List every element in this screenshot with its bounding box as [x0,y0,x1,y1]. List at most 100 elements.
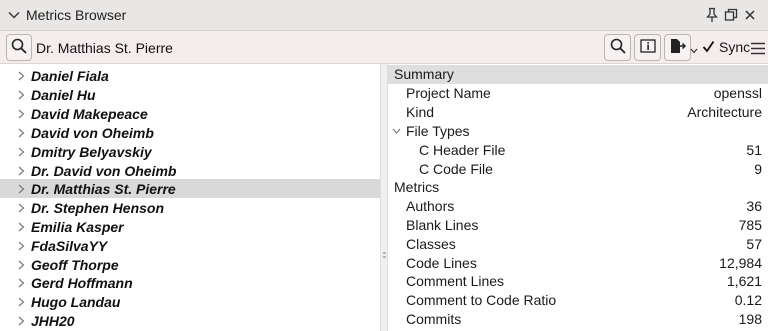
section-label: Summary [394,66,454,82]
list-item[interactable]: David von Oheimb [0,123,380,142]
find-button[interactable] [604,34,631,61]
title-bar: Metrics Browser [0,0,768,31]
info-button[interactable] [634,34,661,61]
list-item[interactable]: FdaSilvaYY [0,236,380,255]
list-item-label: David Makepeace [31,105,148,122]
metric-row[interactable]: C Header File 51 [388,141,768,160]
pin-icon[interactable] [704,6,720,24]
chevron-right-icon[interactable] [15,146,27,158]
chevron-down-icon[interactable] [3,0,25,31]
metric-value: 785 [738,217,762,233]
metric-label: C Header File [419,142,506,158]
hamburger-menu-icon[interactable] [749,41,766,55]
list-item-label: Dr. David von Oheimb [31,162,177,179]
metric-row[interactable]: Blank Lines 785 [388,216,768,235]
list-item[interactable]: Gerd Hoffmann [0,273,380,292]
metric-value: 0.12 [734,292,762,308]
list-item-label: JHH20 [31,312,75,329]
chevron-right-icon[interactable] [15,221,27,233]
metric-row[interactable]: Project Name openssl [388,84,768,103]
metric-row[interactable]: C Code File 9 [388,160,768,179]
list-item[interactable]: David Makepeace [0,104,380,123]
metric-row[interactable]: Classes 57 [388,235,768,254]
metric-value: 57 [746,236,762,252]
chevron-down-icon[interactable] [689,46,699,56]
metrics-section-header[interactable]: Metrics [388,178,768,197]
metric-label: Comment to Code Ratio [406,292,557,308]
summary-section-header[interactable]: Summary [388,65,768,84]
restore-icon[interactable] [723,6,739,24]
metric-row[interactable]: Authors 36 [388,197,768,216]
window-controls [704,6,758,24]
metric-row[interactable]: Kind Architecture [388,103,768,122]
search-toolbar: Sync [0,31,768,64]
list-item-label: Dr. Stephen Henson [31,199,165,216]
list-item[interactable]: Dr. David von Oheimb [0,161,380,180]
metric-label: Blank Lines [406,217,479,233]
export-button[interactable] [664,34,691,61]
list-item[interactable]: Hugo Landau [0,292,380,311]
list-item-label: Dr. Matthias St. Pierre [31,180,176,197]
list-item-label: Hugo Landau [31,293,121,310]
chevron-right-icon[interactable] [15,127,27,139]
search-icon [610,38,626,57]
metric-label: Comment Lines [406,273,505,289]
search-input[interactable] [36,37,576,58]
list-item[interactable]: JHH20 [0,311,380,330]
list-item-selected[interactable]: Dr. Matthias St. Pierre [0,179,380,198]
list-item[interactable]: Emilia Kasper [0,217,380,236]
metric-label: Kind [406,104,435,120]
metric-label: Project Name [406,85,491,101]
list-item[interactable]: Geoff Thorpe [0,255,380,274]
metric-label: Classes [406,236,456,252]
metric-value: 12,984 [719,255,762,271]
list-item[interactable]: Daniel Fiala [0,66,380,85]
metric-value: 198 [738,311,762,327]
metric-value: 1,621 [726,273,762,289]
window-title: Metrics Browser [26,7,127,23]
chevron-right-icon[interactable] [15,296,27,308]
list-item[interactable]: Dmitry Belyavskiy [0,142,380,161]
list-item[interactable]: Dr. Stephen Henson [0,198,380,217]
chevron-right-icon[interactable] [15,165,27,177]
metric-label: Commits [406,311,462,327]
export-icon [669,38,687,57]
metrics-panel: Summary Project Name openssl Kind Archit… [388,64,768,331]
chevron-right-icon[interactable] [15,108,27,120]
metric-row[interactable]: Code Lines 12,984 [388,254,768,273]
chevron-right-icon[interactable] [15,89,27,101]
metric-label: File Types [406,123,470,139]
list-item-label: Gerd Hoffmann [31,274,133,291]
file-types-group[interactable]: File Types [388,122,768,141]
chevron-right-icon[interactable] [15,277,27,289]
chevron-down-icon[interactable] [391,126,401,136]
section-label: Metrics [394,179,440,195]
chevron-right-icon[interactable] [15,183,27,195]
metric-row[interactable]: Commits 198 [388,310,768,329]
sync-checkbox[interactable] [701,40,715,55]
panel-splitter[interactable] [380,64,388,331]
author-list: Daniel Fiala Daniel Hu David Makepeace D… [0,64,380,331]
metric-label: Code Lines [406,255,477,271]
list-item-label: Daniel Hu [31,86,96,103]
search-button[interactable] [6,34,32,61]
chevron-right-icon[interactable] [15,315,27,327]
metric-row[interactable]: Comment Lines 1,621 [388,272,768,291]
checkmark-icon [702,40,715,56]
metric-value: 9 [754,161,762,177]
list-item-label: Dmitry Belyavskiy [31,143,152,160]
chevron-right-icon[interactable] [15,202,27,214]
list-item[interactable]: Daniel Hu [0,85,380,104]
metric-label: Authors [406,198,455,214]
list-item-label: FdaSilvaYY [31,237,108,254]
list-item-label: Emilia Kasper [31,218,124,235]
metric-value: openssl [713,85,762,101]
search-icon [11,38,27,57]
sync-label[interactable]: Sync [719,39,750,55]
chevron-right-icon[interactable] [15,259,27,271]
chevron-right-icon[interactable] [15,240,27,252]
metric-label: C Code File [419,161,493,177]
close-icon[interactable] [742,6,758,24]
metric-row[interactable]: Comment to Code Ratio 0.12 [388,291,768,310]
chevron-right-icon[interactable] [15,70,27,82]
